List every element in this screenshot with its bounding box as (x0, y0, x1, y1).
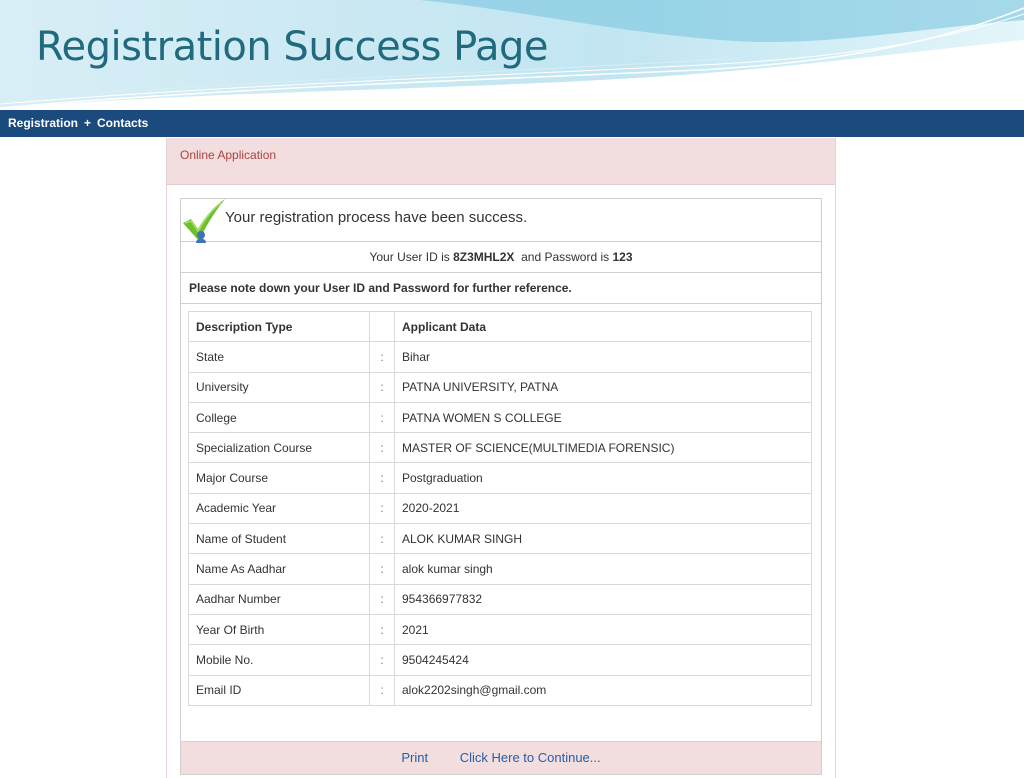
table-row: Major Course : Postgraduation (188, 462, 812, 494)
header-applicant-data: Applicant Data (394, 310, 812, 343)
table-row: Mobile No. : 9504245424 (188, 644, 812, 676)
table-row: Name As Aadhar : alok kumar singh (188, 553, 812, 585)
nav-registration-label: Registration (8, 116, 79, 130)
row-label: State (188, 341, 370, 373)
header-separator (369, 310, 395, 343)
top-navbar: Registration + Contacts (0, 110, 1024, 137)
password-value: 123 (612, 250, 633, 264)
row-value: 2020-2021 (394, 492, 812, 525)
table-row: College : PATNA WOMEN S COLLEGE (188, 401, 812, 434)
panel-header: Online Application (167, 138, 835, 185)
row-label: Year Of Birth (188, 613, 370, 646)
row-value: 954366977832 (394, 583, 812, 615)
nav-contacts[interactable]: Contacts (97, 110, 148, 137)
row-value: alok kumar singh (394, 553, 812, 585)
row-value: Bihar (394, 341, 812, 373)
credentials-row: Your User ID is 8Z3MHL2X and Password is… (181, 242, 821, 273)
success-message: Your registration process have been succ… (225, 209, 528, 226)
row-label: College (188, 401, 370, 434)
row-separator: : (369, 583, 395, 615)
nav-registration[interactable]: Registration + (8, 110, 91, 137)
row-value: alok2202singh@gmail.com (394, 674, 812, 706)
row-separator: : (369, 432, 395, 464)
row-separator: : (369, 674, 395, 706)
row-value: Postgraduation (394, 462, 812, 494)
result-box: Your registration process have been succ… (180, 198, 822, 775)
table-row: University : PATNA UNIVERSITY, PATNA (188, 371, 812, 403)
application-panel: Online Application Your registration pro… (166, 138, 836, 778)
action-footer: Print Click Here to Continue... (181, 741, 821, 774)
row-separator: : (369, 371, 395, 403)
row-separator: : (369, 644, 395, 676)
slide-header: Registration Success Page (0, 0, 1024, 110)
row-value: 2021 (394, 613, 812, 646)
row-value: PATNA UNIVERSITY, PATNA (394, 371, 812, 403)
print-link[interactable]: Print (401, 750, 428, 765)
password-prefix: and Password is (514, 250, 613, 264)
row-label: Major Course (188, 462, 370, 494)
row-separator: : (369, 492, 395, 525)
plus-icon: + (84, 116, 92, 130)
row-label: Academic Year (188, 492, 370, 525)
table-row: Email ID : alok2202singh@gmail.com (188, 674, 812, 706)
reference-note: Please note down your User ID and Passwo… (181, 273, 821, 304)
panel-title: Online Application (180, 148, 277, 162)
success-row: Your registration process have been succ… (181, 199, 821, 243)
userid-prefix: Your User ID is (369, 250, 454, 264)
row-separator: : (369, 553, 395, 585)
row-value: 9504245424 (394, 644, 812, 676)
slide-title: Registration Success Page (36, 24, 549, 70)
check-mark-icon (183, 199, 225, 243)
table-row: Name of Student : ALOK KUMAR SINGH (188, 523, 812, 555)
row-label: Mobile No. (188, 644, 370, 676)
row-value: MASTER OF SCIENCE(MULTIMEDIA FORENSIC) (394, 432, 812, 464)
row-separator: : (369, 613, 395, 646)
row-label: Name of Student (188, 523, 370, 555)
table-row: Year Of Birth : 2021 (188, 613, 812, 646)
row-value: ALOK KUMAR SINGH (394, 523, 812, 555)
user-id-value: 8Z3MHL2X (453, 250, 515, 264)
table-row: Specialization Course : MASTER OF SCIENC… (188, 432, 812, 464)
applicant-table: Description Type Applicant Data State : … (188, 310, 812, 706)
row-label: Aadhar Number (188, 583, 370, 615)
table-row: Academic Year : 2020-2021 (188, 492, 812, 525)
row-separator: : (369, 523, 395, 555)
continue-link[interactable]: Click Here to Continue... (460, 750, 601, 765)
row-separator: : (369, 341, 395, 373)
row-label: Email ID (188, 674, 370, 706)
row-label: University (188, 371, 370, 403)
table-row: State : Bihar (188, 341, 812, 373)
table-header-row: Description Type Applicant Data (188, 310, 812, 343)
header-description-type: Description Type (188, 310, 370, 343)
table-row: Aadhar Number : 954366977832 (188, 583, 812, 615)
row-label: Specialization Course (188, 432, 370, 464)
row-value: PATNA WOMEN S COLLEGE (394, 401, 812, 434)
applicant-table-wrapper: Description Type Applicant Data State : … (181, 304, 821, 741)
row-separator: : (369, 401, 395, 434)
row-separator: : (369, 462, 395, 494)
row-label: Name As Aadhar (188, 553, 370, 585)
